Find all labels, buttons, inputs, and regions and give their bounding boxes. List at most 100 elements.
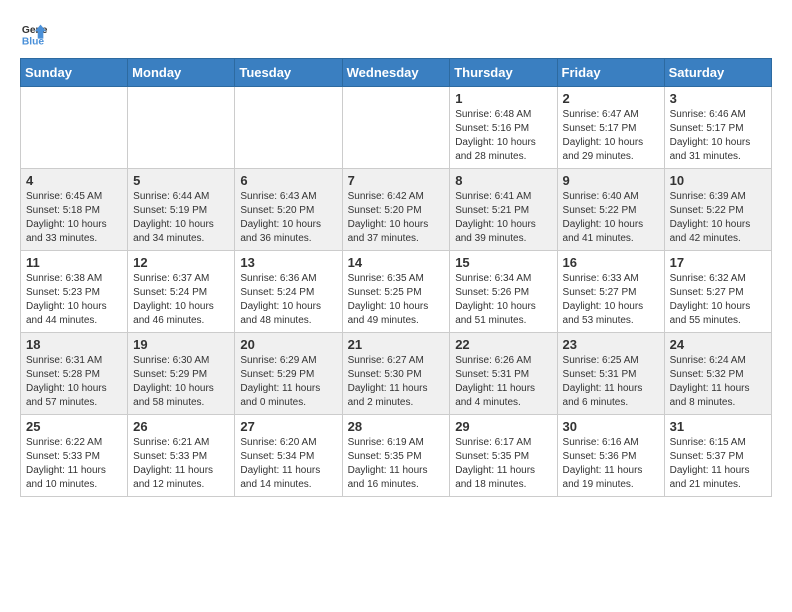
day-number: 21: [348, 337, 445, 352]
cell-content: Sunrise: 6:34 AM Sunset: 5:26 PM Dayligh…: [455, 272, 551, 328]
day-number: 1: [455, 91, 551, 106]
cell-content: Sunrise: 6:41 AM Sunset: 5:21 PM Dayligh…: [455, 190, 551, 246]
calendar-cell: 28 Sunrise: 6:19 AM Sunset: 5:35 PM Dayli…: [342, 415, 450, 497]
calendar-cell: 27 Sunrise: 6:20 AM Sunset: 5:34 PM Dayli…: [235, 415, 342, 497]
calendar-cell: [235, 87, 342, 169]
calendar-cell: 11 Sunrise: 6:38 AM Sunset: 5:23 PM Dayli…: [21, 251, 128, 333]
cell-content: Sunrise: 6:47 AM Sunset: 5:17 PM Dayligh…: [563, 108, 659, 164]
calendar-cell: [21, 87, 128, 169]
calendar-cell: 12 Sunrise: 6:37 AM Sunset: 5:24 PM Dayli…: [128, 251, 235, 333]
day-number: 23: [563, 337, 659, 352]
day-number: 30: [563, 419, 659, 434]
day-number: 8: [455, 173, 551, 188]
cell-content: Sunrise: 6:45 AM Sunset: 5:18 PM Dayligh…: [26, 190, 122, 246]
cell-content: Sunrise: 6:46 AM Sunset: 5:17 PM Dayligh…: [670, 108, 766, 164]
day-number: 9: [563, 173, 659, 188]
day-number: 6: [240, 173, 336, 188]
cell-content: Sunrise: 6:33 AM Sunset: 5:27 PM Dayligh…: [563, 272, 659, 328]
calendar-cell: 21 Sunrise: 6:27 AM Sunset: 5:30 PM Dayli…: [342, 333, 450, 415]
calendar-cell: [342, 87, 450, 169]
calendar-cell: 1Sunrise: 6:48 AM Sunset: 5:16 PM Daylig…: [450, 87, 557, 169]
cell-content: Sunrise: 6:36 AM Sunset: 5:24 PM Dayligh…: [240, 272, 336, 328]
day-number: 19: [133, 337, 229, 352]
cell-content: Sunrise: 6:38 AM Sunset: 5:23 PM Dayligh…: [26, 272, 122, 328]
day-number: 4: [26, 173, 122, 188]
day-number: 22: [455, 337, 551, 352]
day-header-saturday: Saturday: [664, 59, 771, 87]
calendar-cell: 18 Sunrise: 6:31 AM Sunset: 5:28 PM Dayli…: [21, 333, 128, 415]
day-header-sunday: Sunday: [21, 59, 128, 87]
day-number: 10: [670, 173, 766, 188]
cell-content: Sunrise: 6:39 AM Sunset: 5:22 PM Dayligh…: [670, 190, 766, 246]
calendar-cell: 17Sunrise: 6:32 AM Sunset: 5:27 PM Dayli…: [664, 251, 771, 333]
calendar-cell: 20Sunrise: 6:29 AM Sunset: 5:29 PM Dayli…: [235, 333, 342, 415]
day-number: 28: [348, 419, 445, 434]
day-header-thursday: Thursday: [450, 59, 557, 87]
calendar-cell: [128, 87, 235, 169]
calendar-cell: 8 Sunrise: 6:41 AM Sunset: 5:21 PM Daylig…: [450, 169, 557, 251]
cell-content: Sunrise: 6:21 AM Sunset: 5:33 PM Dayligh…: [133, 436, 229, 492]
week-row-5: 25Sunrise: 6:22 AM Sunset: 5:33 PM Dayli…: [21, 415, 772, 497]
calendar-cell: 7Sunrise: 6:42 AM Sunset: 5:20 PM Daylig…: [342, 169, 450, 251]
logo: General Blue: [20, 20, 48, 48]
calendar-cell: 9 Sunrise: 6:40 AM Sunset: 5:22 PM Daylig…: [557, 169, 664, 251]
cell-content: Sunrise: 6:22 AM Sunset: 5:33 PM Dayligh…: [26, 436, 122, 492]
cell-content: Sunrise: 6:15 AM Sunset: 5:37 PM Dayligh…: [670, 436, 766, 492]
cell-content: Sunrise: 6:17 AM Sunset: 5:35 PM Dayligh…: [455, 436, 551, 492]
logo-icon: General Blue: [20, 20, 48, 48]
day-number: 12: [133, 255, 229, 270]
calendar-cell: 10 Sunrise: 6:39 AM Sunset: 5:22 PM Dayli…: [664, 169, 771, 251]
day-number: 16: [563, 255, 659, 270]
calendar-cell: 19 Sunrise: 6:30 AM Sunset: 5:29 PM Dayli…: [128, 333, 235, 415]
calendar-cell: 25Sunrise: 6:22 AM Sunset: 5:33 PM Dayli…: [21, 415, 128, 497]
week-row-2: 4 Sunrise: 6:45 AM Sunset: 5:18 PM Daylig…: [21, 169, 772, 251]
cell-content: Sunrise: 6:44 AM Sunset: 5:19 PM Dayligh…: [133, 190, 229, 246]
day-number: 11: [26, 255, 122, 270]
day-header-friday: Friday: [557, 59, 664, 87]
header-row: SundayMondayTuesdayWednesdayThursdayFrid…: [21, 59, 772, 87]
week-row-1: 1Sunrise: 6:48 AM Sunset: 5:16 PM Daylig…: [21, 87, 772, 169]
calendar-cell: 26 Sunrise: 6:21 AM Sunset: 5:33 PM Dayli…: [128, 415, 235, 497]
calendar-cell: 4 Sunrise: 6:45 AM Sunset: 5:18 PM Daylig…: [21, 169, 128, 251]
cell-content: Sunrise: 6:25 AM Sunset: 5:31 PM Dayligh…: [563, 354, 659, 410]
day-number: 5: [133, 173, 229, 188]
calendar-cell: 31 Sunrise: 6:15 AM Sunset: 5:37 PM Dayli…: [664, 415, 771, 497]
calendar-cell: 14 Sunrise: 6:35 AM Sunset: 5:25 PM Dayli…: [342, 251, 450, 333]
day-number: 31: [670, 419, 766, 434]
day-number: 15: [455, 255, 551, 270]
day-number: 27: [240, 419, 336, 434]
cell-content: Sunrise: 6:37 AM Sunset: 5:24 PM Dayligh…: [133, 272, 229, 328]
day-number: 18: [26, 337, 122, 352]
cell-content: Sunrise: 6:35 AM Sunset: 5:25 PM Dayligh…: [348, 272, 445, 328]
cell-content: Sunrise: 6:31 AM Sunset: 5:28 PM Dayligh…: [26, 354, 122, 410]
calendar-cell: 30 Sunrise: 6:16 AM Sunset: 5:36 PM Dayli…: [557, 415, 664, 497]
day-header-wednesday: Wednesday: [342, 59, 450, 87]
calendar-cell: 15 Sunrise: 6:34 AM Sunset: 5:26 PM Dayli…: [450, 251, 557, 333]
day-number: 2: [563, 91, 659, 106]
calendar-cell: 22 Sunrise: 6:26 AM Sunset: 5:31 PM Dayli…: [450, 333, 557, 415]
calendar-cell: 6Sunrise: 6:43 AM Sunset: 5:20 PM Daylig…: [235, 169, 342, 251]
calendar-cell: 5 Sunrise: 6:44 AM Sunset: 5:19 PM Daylig…: [128, 169, 235, 251]
week-row-4: 18 Sunrise: 6:31 AM Sunset: 5:28 PM Dayli…: [21, 333, 772, 415]
day-number: 7: [348, 173, 445, 188]
day-header-monday: Monday: [128, 59, 235, 87]
cell-content: Sunrise: 6:27 AM Sunset: 5:30 PM Dayligh…: [348, 354, 445, 410]
cell-content: Sunrise: 6:20 AM Sunset: 5:34 PM Dayligh…: [240, 436, 336, 492]
cell-content: Sunrise: 6:40 AM Sunset: 5:22 PM Dayligh…: [563, 190, 659, 246]
calendar-cell: 13 Sunrise: 6:36 AM Sunset: 5:24 PM Dayli…: [235, 251, 342, 333]
day-number: 29: [455, 419, 551, 434]
day-number: 26: [133, 419, 229, 434]
cell-content: Sunrise: 6:24 AM Sunset: 5:32 PM Dayligh…: [670, 354, 766, 410]
day-number: 24: [670, 337, 766, 352]
day-number: 14: [348, 255, 445, 270]
calendar-cell: 16 Sunrise: 6:33 AM Sunset: 5:27 PM Dayli…: [557, 251, 664, 333]
day-number: 13: [240, 255, 336, 270]
cell-content: Sunrise: 6:19 AM Sunset: 5:35 PM Dayligh…: [348, 436, 445, 492]
cell-content: Sunrise: 6:30 AM Sunset: 5:29 PM Dayligh…: [133, 354, 229, 410]
cell-content: Sunrise: 6:16 AM Sunset: 5:36 PM Dayligh…: [563, 436, 659, 492]
day-number: 17: [670, 255, 766, 270]
calendar-cell: 29 Sunrise: 6:17 AM Sunset: 5:35 PM Dayli…: [450, 415, 557, 497]
page-header: General Blue: [20, 20, 772, 48]
cell-content: Sunrise: 6:26 AM Sunset: 5:31 PM Dayligh…: [455, 354, 551, 410]
calendar-table: SundayMondayTuesdayWednesdayThursdayFrid…: [20, 58, 772, 497]
